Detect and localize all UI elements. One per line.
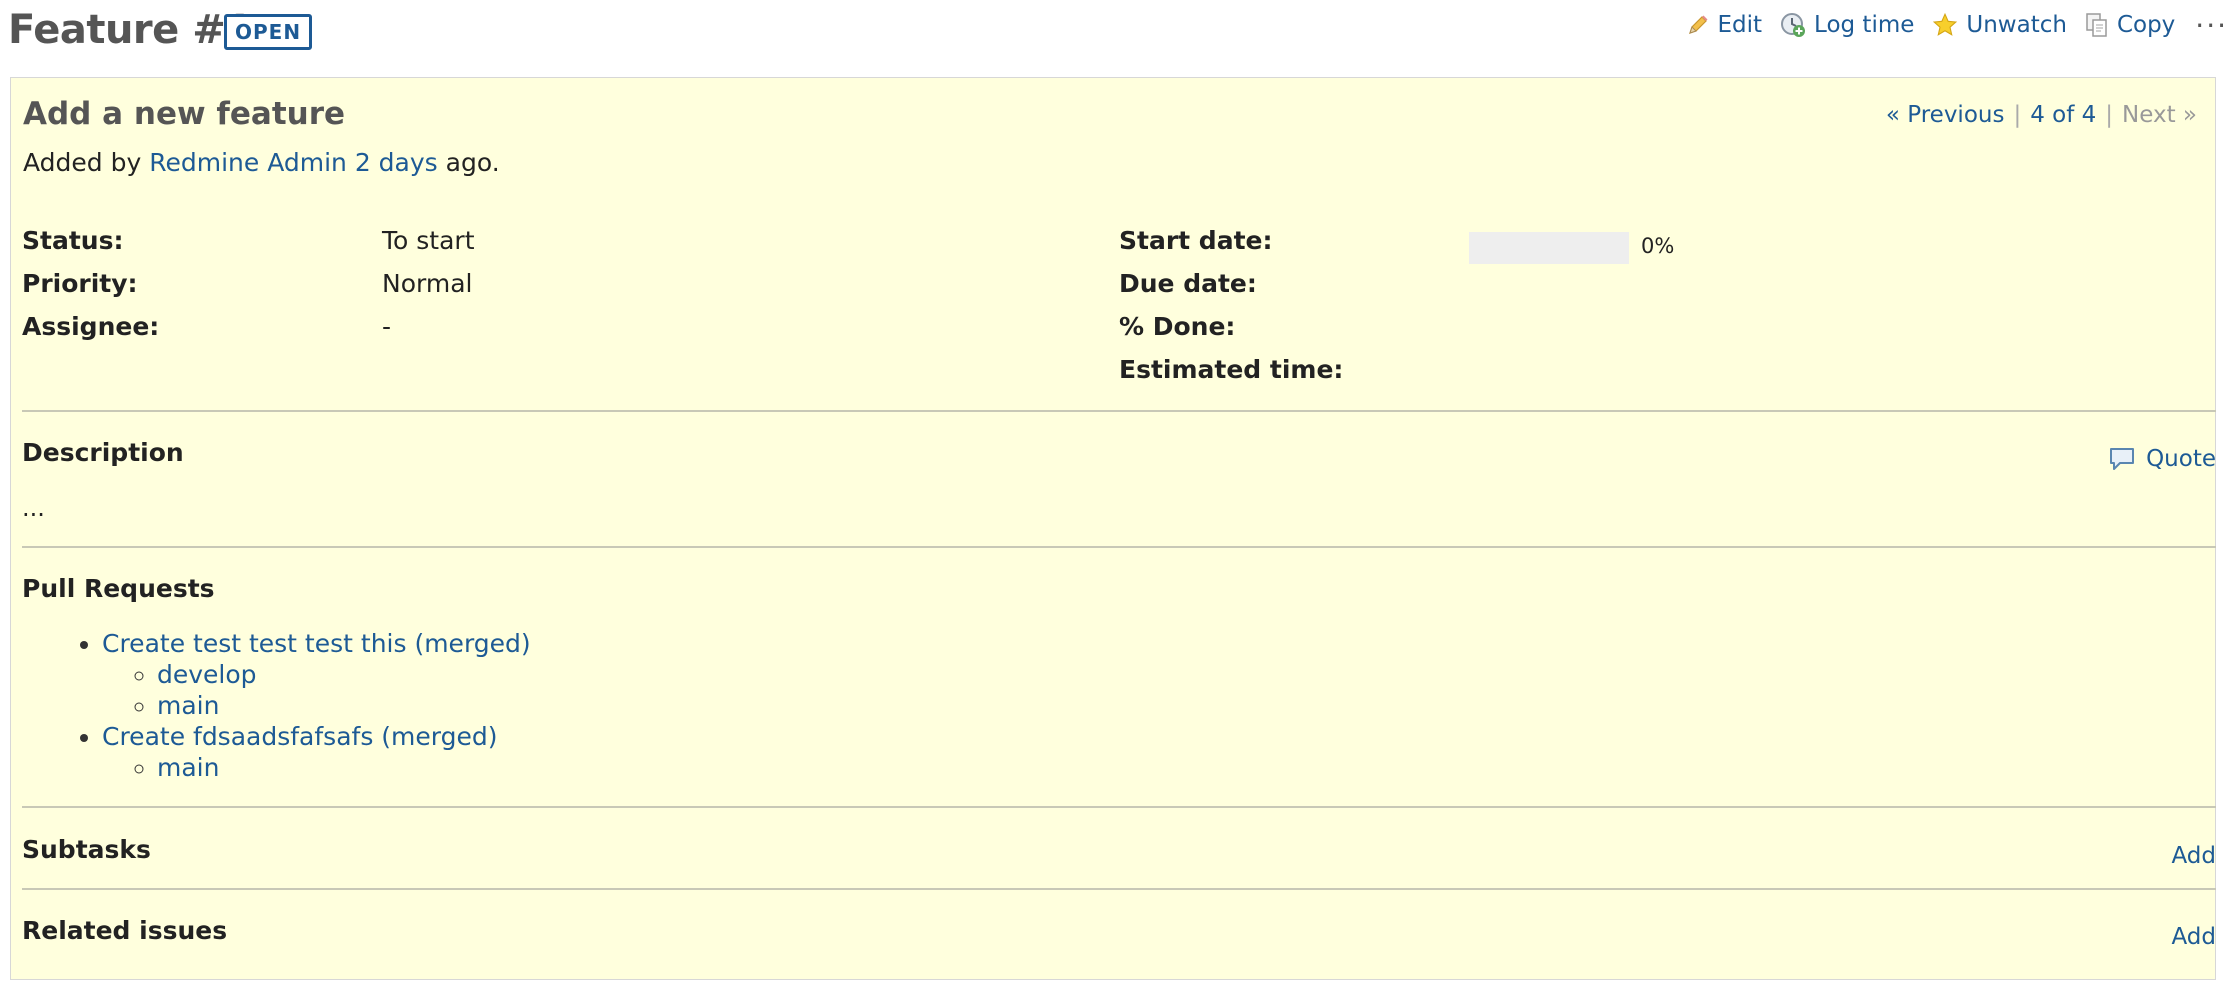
previous-link[interactable]: « Previous xyxy=(1886,102,2005,128)
edit-label: Edit xyxy=(1717,12,1763,38)
pencil-icon xyxy=(1689,15,1708,34)
more-actions-button[interactable]: ··· xyxy=(2195,11,2228,39)
copy-link[interactable]: Copy xyxy=(2085,12,2175,38)
added-by-prefix: Added by xyxy=(23,148,142,177)
branch-list: develop main xyxy=(102,659,531,721)
unwatch-link[interactable]: Unwatch xyxy=(1932,12,2067,38)
age-suffix: ago. xyxy=(445,148,500,177)
divider xyxy=(22,888,2216,890)
priority-value: Normal xyxy=(382,269,473,298)
author-link[interactable]: Redmine Admin xyxy=(149,148,347,177)
issue-subject: Add a new feature xyxy=(23,96,346,132)
copy-label: Copy xyxy=(2116,12,2176,38)
divider xyxy=(22,410,2216,412)
star-icon xyxy=(1933,12,1958,36)
pull-request-link[interactable]: Create test test test this (merged) xyxy=(102,629,531,658)
divider xyxy=(22,546,2216,548)
description-text: ... xyxy=(22,494,45,522)
issue-details: Add a new feature « Previous | 4 of 4 | Next… xyxy=(10,77,2216,980)
pull-request-link[interactable]: Create fdsaadsfafsafs (merged) xyxy=(102,722,497,751)
log-time-label: Log time xyxy=(1814,12,1915,38)
divider xyxy=(22,806,2216,808)
pull-request-item: Create fdsaadsfafsafs (merged) main xyxy=(102,721,531,783)
branch-item: develop xyxy=(157,659,531,690)
description-title: Description xyxy=(22,438,184,467)
done-label: % Done: xyxy=(1119,312,1236,341)
start-date-label: Start date: xyxy=(1119,226,1273,255)
speech-bubble-icon xyxy=(2110,448,2135,470)
assignee-label: Assignee: xyxy=(22,312,160,341)
age-link[interactable]: 2 days xyxy=(355,148,438,177)
subtasks-title: Subtasks xyxy=(22,835,151,864)
clock-add-icon xyxy=(1781,13,1806,37)
contextual-actions: Edit Log time Unwatch Copy ··· xyxy=(1669,11,2228,39)
nav-separator: | xyxy=(2013,102,2022,128)
related-issues-title: Related issues xyxy=(22,916,228,945)
add-related-issue-link[interactable]: Add xyxy=(2171,924,2216,950)
progress-bar xyxy=(1469,232,1629,264)
branch-list: main xyxy=(102,752,531,783)
priority-label: Priority: xyxy=(22,269,138,298)
author-line: Added by Redmine Admin 2 days ago. xyxy=(23,148,500,177)
quote-label: Quote xyxy=(2146,446,2216,472)
edit-link[interactable]: Edit xyxy=(1687,12,1762,38)
next-link-disabled: Next » xyxy=(2122,102,2197,128)
status-label: Status: xyxy=(22,226,124,255)
page-title: Feature #1 xyxy=(8,7,253,53)
issue-navigation: « Previous | 4 of 4 | Next » xyxy=(1886,102,2197,128)
branch-item: main xyxy=(157,690,531,721)
add-subtask-link[interactable]: Add xyxy=(2171,843,2216,869)
nav-separator: | xyxy=(2105,102,2114,128)
branch-link[interactable]: develop xyxy=(157,660,257,689)
issue-position-link[interactable]: 4 of 4 xyxy=(2030,102,2096,128)
progress-percent: 0% xyxy=(1641,234,1675,258)
branch-link[interactable]: main xyxy=(157,753,219,782)
status-badge: OPEN xyxy=(224,14,313,50)
pull-request-item: Create test test test this (merged) deve… xyxy=(102,628,531,721)
log-time-link[interactable]: Log time xyxy=(1780,12,1914,38)
assignee-value: - xyxy=(382,312,392,341)
status-value: To start xyxy=(382,226,475,255)
unwatch-label: Unwatch xyxy=(1966,12,2067,38)
quote-link[interactable]: Quote xyxy=(2108,446,2216,472)
pull-requests-list: Create test test test this (merged) deve… xyxy=(52,628,531,783)
copy-icon xyxy=(2086,13,2107,37)
pull-requests-title: Pull Requests xyxy=(22,574,215,603)
due-date-label: Due date: xyxy=(1119,269,1257,298)
branch-item: main xyxy=(157,752,531,783)
branch-link[interactable]: main xyxy=(157,691,219,720)
estimated-time-label: Estimated time: xyxy=(1119,355,1344,384)
